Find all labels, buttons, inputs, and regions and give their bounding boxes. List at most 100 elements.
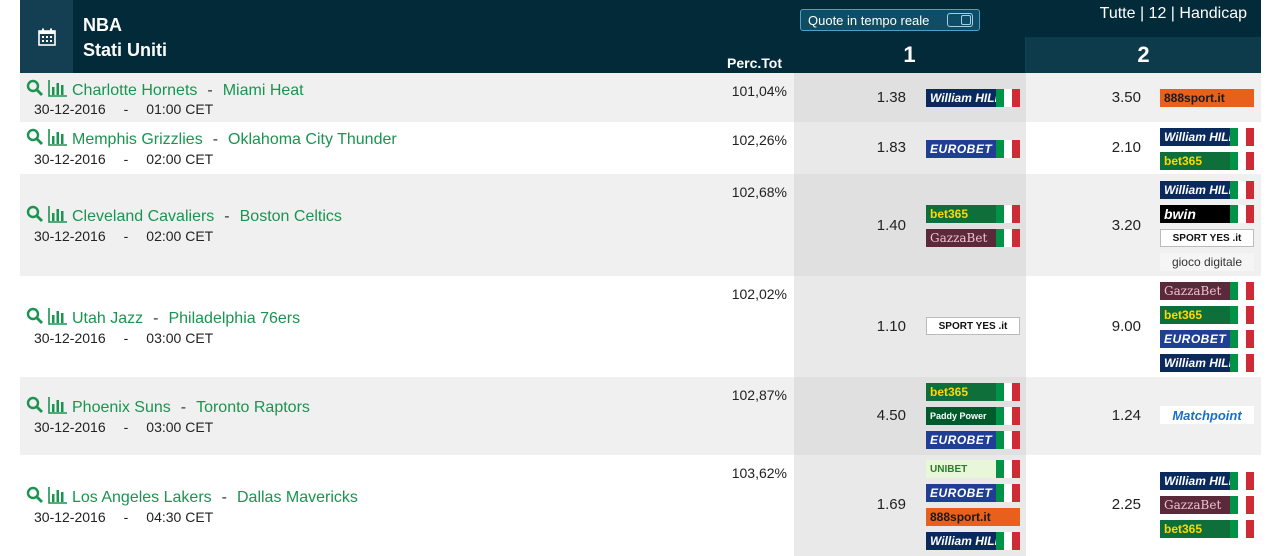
- odd-home[interactable]: 1.69: [846, 496, 906, 513]
- italy-flag-icon: [1230, 496, 1254, 514]
- bookmaker-name: 888sport.it: [930, 510, 991, 524]
- bookmaker-logo-b365[interactable]: bet365: [926, 383, 1020, 401]
- bookmaker-name: William HILL: [1164, 356, 1236, 370]
- home-team-link[interactable]: Cleveland Cavaliers: [72, 208, 214, 226]
- bookmaker-logo-b365[interactable]: bet365: [926, 205, 1020, 223]
- match-datetime: 30-12-2016 - 03:00 CET: [34, 330, 213, 346]
- home-team-link[interactable]: Phoenix Suns: [72, 399, 171, 417]
- bookmaker-logo-eb[interactable]: EUROBET: [1160, 330, 1254, 348]
- bookmaker-logo-wh[interactable]: William HILL: [1160, 181, 1254, 199]
- match-title: Utah Jazz - Philadelphia 76ers: [26, 307, 300, 330]
- odd-away[interactable]: 3.50: [1081, 89, 1141, 106]
- search-icon[interactable]: [26, 205, 44, 228]
- bookmaker-logo-unibet[interactable]: UNIBET: [926, 460, 1020, 478]
- bookmakers-away: William HILL bwin SPORT YES .it gioco digit…: [1160, 181, 1254, 271]
- stats-chart-icon[interactable]: [48, 307, 68, 330]
- away-team-link[interactable]: Oklahoma City Thunder: [228, 131, 397, 149]
- bookmaker-logo-gb[interactable]: GazzaBet: [926, 229, 1020, 247]
- search-icon[interactable]: [26, 79, 44, 102]
- odd-away[interactable]: 1.24: [1081, 407, 1141, 424]
- bookmaker-logo-bwin[interactable]: bwin: [1160, 205, 1254, 223]
- away-team-link[interactable]: Philadelphia 76ers: [168, 310, 300, 328]
- calendar-button[interactable]: [20, 0, 73, 73]
- home-team-link[interactable]: Memphis Grizzlies: [72, 131, 203, 149]
- odd-home[interactable]: 4.50: [846, 407, 906, 424]
- odd-away[interactable]: 2.10: [1081, 139, 1141, 156]
- table-row: Utah Jazz - Philadelphia 76ers 30-12-201…: [20, 276, 1261, 377]
- bookmaker-name: bet365: [1164, 522, 1203, 536]
- search-icon[interactable]: [26, 486, 44, 509]
- stats-chart-icon[interactable]: [48, 396, 68, 419]
- bookmaker-logo-wh[interactable]: William HILL: [1160, 472, 1254, 490]
- home-team-link[interactable]: Charlotte Hornets: [72, 82, 197, 100]
- search-icon[interactable]: [26, 307, 44, 330]
- italy-flag-icon: [996, 89, 1020, 107]
- odd-home[interactable]: 1.38: [846, 89, 906, 106]
- odd-home[interactable]: 1.83: [846, 139, 906, 156]
- italy-flag-icon: [1230, 330, 1254, 348]
- bookmaker-name: UNIBET: [930, 463, 968, 475]
- stats-chart-icon[interactable]: [48, 79, 68, 102]
- match-date: 30-12-2016: [34, 509, 106, 525]
- odd-away[interactable]: 9.00: [1081, 318, 1141, 335]
- home-team-link[interactable]: Utah Jazz: [72, 310, 143, 328]
- match-datetime: 30-12-2016 - 04:30 CET: [34, 509, 213, 525]
- odd-home[interactable]: 1.10: [846, 318, 906, 335]
- away-team-link[interactable]: Dallas Mavericks: [237, 489, 358, 507]
- bookmaker-logo-b365[interactable]: bet365: [1160, 520, 1254, 538]
- away-team-link[interactable]: Miami Heat: [223, 82, 304, 100]
- team-separator: -: [224, 207, 230, 225]
- market-filters[interactable]: Tutte | 12 | Handicap: [1100, 5, 1247, 23]
- match-title: Los Angeles Lakers - Dallas Mavericks: [26, 486, 358, 509]
- bookmaker-name: William HILL: [930, 91, 1002, 105]
- home-team-link[interactable]: Los Angeles Lakers: [72, 489, 212, 507]
- bookmaker-logo-b888[interactable]: 888sport.it: [926, 508, 1020, 526]
- payout-percentage: 102,68%: [731, 184, 787, 200]
- live-odds-toggle-button[interactable]: Quote in tempo reale: [800, 9, 980, 31]
- bookmakers-home: bet365 GazzaBet: [926, 205, 1020, 247]
- bookmaker-logo-wh[interactable]: William HILL: [1160, 128, 1254, 146]
- odd-away[interactable]: 2.25: [1081, 496, 1141, 513]
- bookmaker-logo-sport[interactable]: SPORT YES .it: [926, 317, 1020, 335]
- bookmaker-logo-gb[interactable]: GazzaBet: [1160, 282, 1254, 300]
- bookmaker-logo-match-p[interactable]: Matchpoint: [1160, 406, 1254, 424]
- league-title: NBA Stati Uniti: [83, 13, 167, 63]
- bookmaker-logo-gb[interactable]: GazzaBet: [1160, 496, 1254, 514]
- datetime-separator: -: [123, 151, 129, 167]
- bookmakers-away: William HILL bet365: [1160, 128, 1254, 170]
- toggle-icon[interactable]: [947, 13, 973, 27]
- match-date: 30-12-2016: [34, 101, 106, 117]
- bookmaker-logo-eb[interactable]: EUROBET: [926, 484, 1020, 502]
- bookmaker-logo-paddy[interactable]: Paddy Power: [926, 407, 1020, 425]
- match-time: 03:00 CET: [146, 330, 214, 346]
- bookmaker-logo-wh[interactable]: William HILL: [926, 532, 1020, 550]
- bookmaker-logo-eb[interactable]: EUROBET: [926, 431, 1020, 449]
- match-time: 02:00 CET: [146, 151, 214, 167]
- bookmaker-logo-sport[interactable]: SPORT YES .it: [1160, 229, 1254, 247]
- match-datetime: 30-12-2016 - 03:00 CET: [34, 419, 213, 435]
- search-icon[interactable]: [26, 396, 44, 419]
- bookmaker-logo-gioco[interactable]: gioco digitale: [1160, 253, 1254, 271]
- bookmaker-logo-wh[interactable]: William HILL: [1160, 354, 1254, 372]
- bookmaker-name: GazzaBet: [930, 231, 988, 245]
- bookmaker-logo-eb[interactable]: EUROBET: [926, 140, 1020, 158]
- odd-away[interactable]: 3.20: [1081, 217, 1141, 234]
- stats-chart-icon[interactable]: [48, 128, 68, 151]
- away-team-link[interactable]: Boston Celtics: [240, 208, 342, 226]
- bookmaker-logo-b888[interactable]: 888sport.it: [1160, 89, 1254, 107]
- datetime-separator: -: [123, 509, 129, 525]
- bookmaker-name: William HILL: [930, 534, 1002, 548]
- payout-percentage: 102,26%: [731, 132, 787, 148]
- away-team-link[interactable]: Toronto Raptors: [196, 399, 310, 417]
- bookmaker-logo-b365[interactable]: bet365: [1160, 152, 1254, 170]
- search-icon[interactable]: [26, 128, 44, 151]
- payout-percentage: 102,87%: [731, 387, 787, 403]
- perc-header: Perc.Tot: [727, 55, 782, 71]
- bookmaker-logo-wh[interactable]: William HILL: [926, 89, 1020, 107]
- odd-home[interactable]: 1.40: [846, 217, 906, 234]
- bookmaker-name: bet365: [1164, 154, 1203, 168]
- bookmaker-name: GazzaBet: [1164, 498, 1222, 512]
- stats-chart-icon[interactable]: [48, 486, 68, 509]
- bookmaker-logo-b365[interactable]: bet365: [1160, 306, 1254, 324]
- stats-chart-icon[interactable]: [48, 205, 68, 228]
